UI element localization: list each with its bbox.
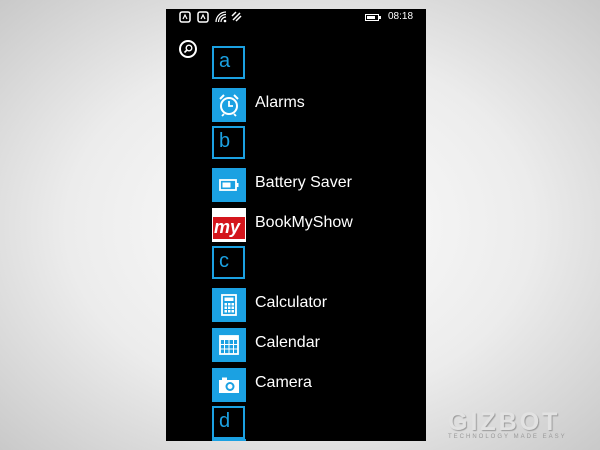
app-label: Camera	[255, 374, 312, 391]
gizbot-watermark: GIZBOT TECHNOLOGY MADE EASY	[448, 408, 567, 440]
app-label: Calendar	[255, 334, 320, 351]
app-item-battery-saver[interactable]: Battery Saver	[212, 168, 426, 202]
app-tile	[212, 168, 246, 202]
app-label: Battery Saver	[255, 174, 352, 191]
status-bar: 08:18	[166, 9, 426, 27]
calendar-icon	[219, 335, 239, 355]
watermark-name: GIZBOT	[448, 408, 561, 436]
app-item-bookmyshow[interactable]: my BookMyShow	[212, 208, 426, 242]
battery-saver-icon	[219, 179, 239, 191]
phone-screen: 08:18 a Alarms b Battery Saver my BookMy…	[166, 9, 426, 441]
app-tile	[212, 328, 246, 362]
letter-tile-d[interactable]: d	[212, 406, 245, 439]
letter-tile-a[interactable]: a	[212, 46, 245, 79]
app-tile	[212, 368, 246, 402]
app-tile-partial[interactable]	[212, 439, 246, 441]
app-tile	[212, 288, 246, 322]
camera-icon	[219, 377, 239, 393]
bookmyshow-logo-text: my	[214, 217, 241, 237]
bookmyshow-logo: my	[212, 208, 246, 242]
data-icon	[231, 11, 242, 22]
letter-tile-b[interactable]: b	[212, 126, 245, 159]
app-label: BookMyShow	[255, 214, 353, 231]
app-item-calendar[interactable]: Calendar	[212, 328, 426, 362]
wifi-icon	[215, 11, 227, 23]
search-icon[interactable]	[179, 40, 197, 58]
app-tile	[212, 88, 246, 122]
calculator-icon	[221, 294, 237, 316]
app-item-alarms[interactable]: Alarms	[212, 88, 426, 122]
signal-icon	[197, 11, 209, 23]
signal-icon	[179, 11, 191, 23]
watermark-tagline: TECHNOLOGY MADE EASY	[448, 434, 567, 440]
app-label: Alarms	[255, 94, 305, 111]
clock: 08:18	[388, 11, 414, 22]
letter-tile-c[interactable]: c	[212, 246, 245, 279]
app-item-camera[interactable]: Camera	[212, 368, 426, 402]
alarm-clock-icon	[219, 94, 239, 117]
app-label: Calculator	[255, 294, 328, 311]
battery-icon	[365, 14, 381, 21]
app-item-calculator[interactable]: Calculator	[212, 288, 426, 322]
